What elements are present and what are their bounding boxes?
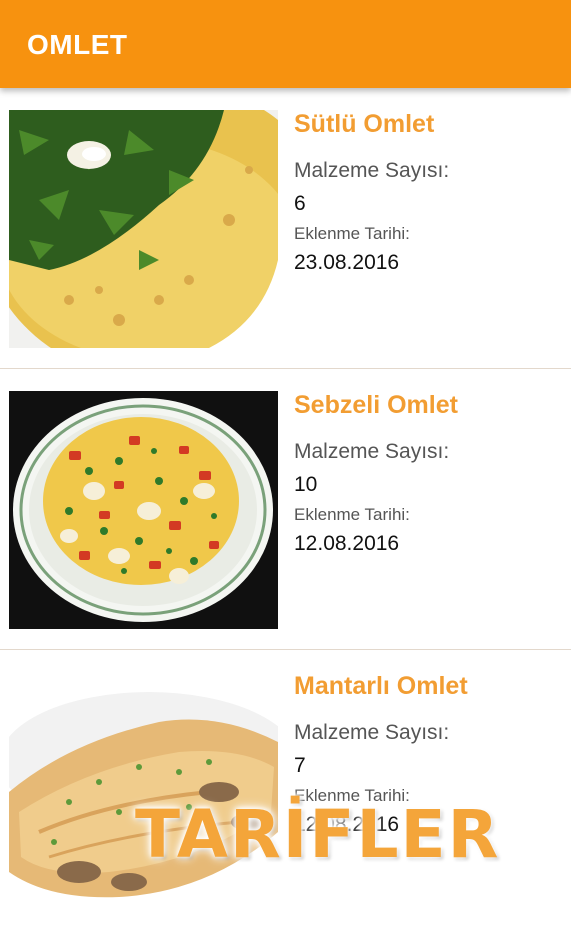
watermark-logo: TARİFLER	[135, 796, 501, 873]
ingredient-count-label: Malzeme Sayısı:	[294, 721, 450, 744]
mushroom-omelette-photo	[9, 672, 278, 910]
ingredient-count-value: 7	[294, 754, 306, 777]
recipe-card[interactable]: Sebzeli Omlet Malzeme Sayısı: 10 Eklenme…	[0, 369, 571, 650]
recipe-image	[9, 110, 278, 348]
omelette-with-herbs-photo	[9, 110, 278, 348]
date-value: 12.08.2016	[294, 532, 400, 555]
recipe-card[interactable]: Mantarlı Omlet Malzeme Sayısı: 7 Eklenme…	[0, 650, 571, 931]
recipe-image	[9, 672, 278, 910]
app-bar: OMLET	[0, 0, 571, 88]
vegetable-omelette-plate-photo	[9, 391, 278, 629]
recipe-title: Mantarlı Omlet	[294, 672, 468, 700]
ingredient-count-value: 10	[294, 473, 318, 496]
recipe-image	[9, 391, 278, 629]
ingredient-count-label: Malzeme Sayısı:	[294, 440, 450, 463]
recipe-card[interactable]: Sütlü Omlet Malzeme Sayısı: 6 Eklenme Ta…	[0, 88, 571, 369]
date-value: 23.08.2016	[294, 251, 400, 274]
ingredient-count-label: Malzeme Sayısı:	[294, 159, 450, 182]
app-bar-title: OMLET	[27, 29, 128, 60]
date-label: Eklenme Tarihi:	[294, 224, 410, 243]
ingredient-count-value: 6	[294, 192, 306, 215]
date-label: Eklenme Tarihi:	[294, 505, 410, 524]
recipe-title: Sebzeli Omlet	[294, 391, 458, 419]
recipe-title: Sütlü Omlet	[294, 110, 435, 138]
